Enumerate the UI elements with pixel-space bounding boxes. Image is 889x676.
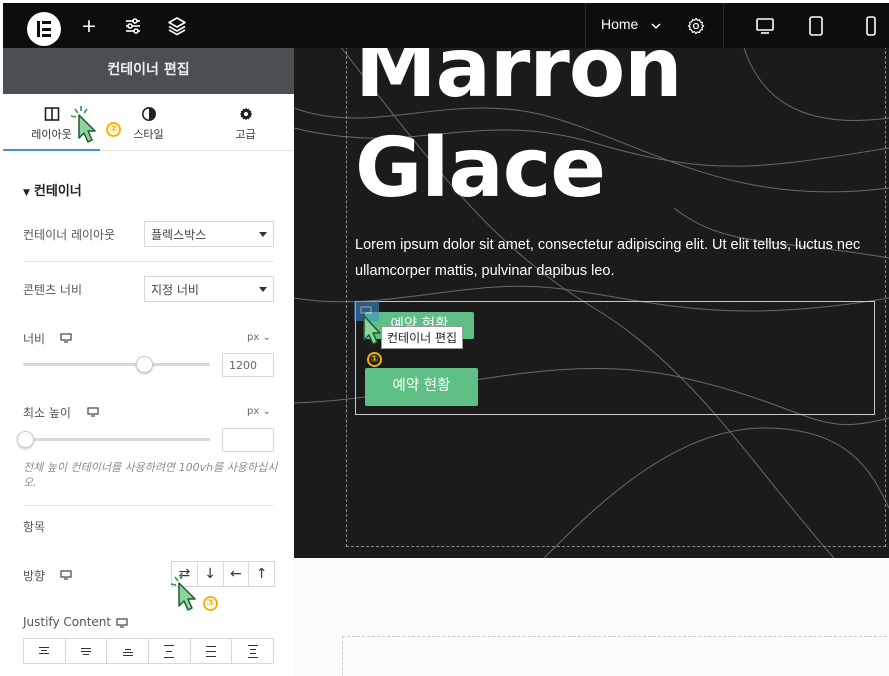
mobile-icon[interactable] bbox=[859, 14, 883, 38]
empty-container-outline[interactable] bbox=[342, 636, 889, 676]
justify-space-around-button[interactable] bbox=[191, 639, 233, 663]
divider bbox=[23, 261, 274, 262]
pointer-cursor-icon bbox=[170, 574, 196, 611]
min-height-unit-select[interactable]: px ⌄ bbox=[247, 406, 271, 417]
unit-value: px bbox=[247, 332, 260, 343]
container-edit-tooltip: 컨테이너 편집 bbox=[381, 326, 464, 349]
gear-icon bbox=[239, 107, 252, 121]
min-height-slider-handle[interactable] bbox=[16, 431, 34, 448]
tablet-icon[interactable] bbox=[804, 14, 828, 38]
panel-tabs: 레이아웃 스타일 고급 bbox=[3, 94, 294, 151]
section-header[interactable]: ▼ 컨테이너 bbox=[23, 180, 82, 199]
lower-canvas bbox=[294, 558, 889, 676]
tab-advanced[interactable]: 고급 bbox=[197, 94, 294, 151]
step-badge: ① bbox=[367, 352, 382, 367]
preview-canvas: Marron Glace Lorem ipsum dolor sit amet,… bbox=[294, 48, 889, 558]
reservation-button[interactable]: 예약 현황 bbox=[365, 368, 478, 406]
editor-root: + Home 컨테이너 편집 레이아웃 스타일 고급 ▼ 컨테이너 컨테이너 레… bbox=[0, 0, 889, 676]
contrast-icon bbox=[141, 107, 156, 121]
min-height-label: 최소 높이 bbox=[23, 406, 71, 420]
desktop-icon[interactable] bbox=[60, 570, 72, 580]
caret-down-icon: ▼ bbox=[23, 188, 30, 198]
desktop-icon[interactable] bbox=[87, 407, 99, 417]
min-height-hint: 전체 높이 컨테이너를 사용하려면 100vh를 사용하십시오. bbox=[23, 461, 278, 489]
elementor-logo-icon[interactable] bbox=[27, 12, 61, 46]
editor-panel: 컨테이너 편집 레이아웃 스타일 고급 ▼ 컨테이너 컨테이너 레이아웃 플렉스… bbox=[3, 48, 311, 676]
justify-content-control bbox=[23, 638, 274, 664]
width-label: 너비 bbox=[23, 332, 46, 346]
justify-center-button[interactable] bbox=[66, 639, 108, 663]
page-selector-label[interactable]: Home bbox=[601, 16, 638, 32]
width-unit-select[interactable]: px ⌄ bbox=[247, 332, 271, 343]
top-bar: + Home bbox=[3, 3, 889, 50]
justify-content-label: Justify Content bbox=[23, 615, 112, 629]
layout-icon bbox=[44, 107, 59, 121]
content-width-select[interactable]: 지정 너비 bbox=[144, 276, 274, 302]
tab-label: 레이아웃 bbox=[31, 128, 72, 141]
panel-title: 컨테이너 편집 bbox=[3, 48, 294, 94]
tab-label: 고급 bbox=[235, 128, 256, 141]
items-section-title: 항목 bbox=[23, 520, 46, 534]
container-layout-label: 컨테이너 레이아웃 bbox=[23, 228, 116, 242]
desktop-icon[interactable] bbox=[116, 618, 128, 628]
tab-active-indicator bbox=[3, 149, 100, 151]
min-height-slider-track[interactable] bbox=[23, 438, 210, 441]
select-value: 플렉스박스 bbox=[151, 228, 207, 242]
divider bbox=[23, 505, 274, 506]
plus-icon[interactable]: + bbox=[77, 14, 101, 38]
desktop-icon[interactable] bbox=[60, 333, 72, 343]
content-width-label: 콘텐츠 너비 bbox=[23, 283, 83, 297]
container-layout-select[interactable]: 플렉스박스 bbox=[144, 221, 274, 247]
select-value: 지정 너비 bbox=[151, 283, 199, 297]
chevron-down-icon[interactable] bbox=[650, 21, 662, 31]
justify-space-evenly-button[interactable] bbox=[232, 639, 273, 663]
heading-line-2[interactable]: Glace bbox=[355, 128, 606, 210]
heading-line-1[interactable]: Marron bbox=[355, 48, 683, 110]
width-slider-track[interactable] bbox=[23, 363, 210, 366]
gear-icon[interactable] bbox=[686, 16, 706, 36]
tab-label: 스타일 bbox=[133, 128, 164, 141]
justify-start-button[interactable] bbox=[24, 639, 66, 663]
direction-column-reverse-button[interactable]: ↑ bbox=[249, 562, 274, 586]
caret-down-icon bbox=[259, 232, 267, 237]
width-input[interactable]: 1200 bbox=[222, 353, 274, 377]
direction-row-reverse-button[interactable]: ← bbox=[224, 562, 250, 586]
justify-end-button[interactable] bbox=[107, 639, 150, 663]
divider bbox=[723, 3, 724, 48]
justify-space-between-button[interactable] bbox=[149, 639, 191, 663]
desktop-icon[interactable] bbox=[753, 14, 777, 38]
step-badge: ② bbox=[106, 122, 121, 137]
unit-value: px bbox=[247, 406, 260, 417]
caret-down-icon bbox=[259, 287, 267, 292]
section-title: 컨테이너 bbox=[33, 184, 82, 199]
pointer-cursor-icon bbox=[363, 315, 381, 345]
direction-label: 방향 bbox=[23, 569, 46, 583]
layers-icon[interactable] bbox=[165, 14, 189, 38]
min-height-input[interactable] bbox=[222, 428, 274, 452]
pointer-cursor-icon bbox=[70, 106, 96, 143]
divider bbox=[585, 3, 586, 48]
body-paragraph[interactable]: Lorem ipsum dolor sit amet, consectetur … bbox=[355, 232, 875, 284]
step-badge: ③ bbox=[203, 596, 218, 611]
sliders-icon[interactable] bbox=[121, 14, 145, 38]
width-slider-handle[interactable] bbox=[136, 356, 154, 373]
